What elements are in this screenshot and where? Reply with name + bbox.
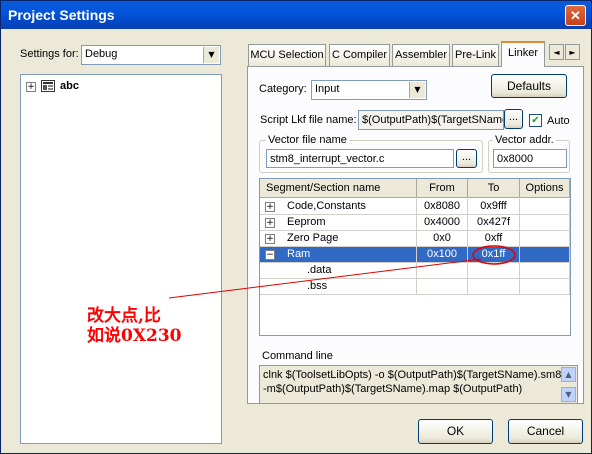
annotation-overlay [168,245,516,299]
annotation-arrow-line [168,258,482,299]
annotation-text-2: 如说0X230 [87,326,182,346]
tab-linker[interactable]: Linker [501,41,545,67]
annotation-circle [472,245,516,265]
project-settings-window: Project Settings ✕ Settings for: Debug ▼… [0,0,592,454]
annotation-text-1: 改大点,比 [87,306,161,326]
